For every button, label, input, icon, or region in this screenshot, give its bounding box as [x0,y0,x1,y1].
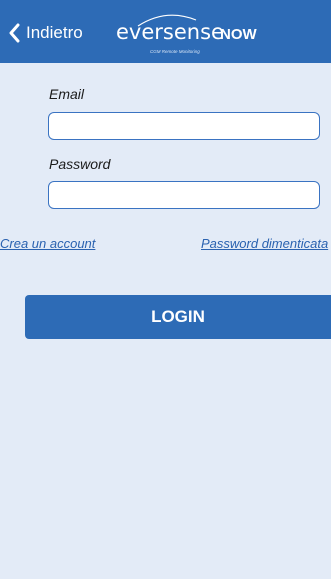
back-label: Indietro [26,23,83,42]
password-field[interactable] [48,181,320,209]
chevron-left-icon [4,21,24,45]
logo-tagline: CGM Remote Monitoring [150,49,200,54]
create-account-link[interactable]: Crea un account [0,236,95,251]
email-field[interactable] [48,112,320,140]
logo-wordmark: eversense [116,20,224,44]
back-button[interactable]: Indietro [4,20,83,46]
eversense-now-logo: eversense NOW CGM Remote Monitoring [116,14,257,64]
nav-bar: Indietro eversense NOW CGM Remote Monito… [0,0,331,63]
password-label: Password [49,156,111,172]
forgot-password-link[interactable]: Password dimenticata [201,236,328,251]
email-label: Email [49,86,85,102]
logo-now: NOW [220,26,257,43]
login-button[interactable]: LOGIN [25,295,331,339]
